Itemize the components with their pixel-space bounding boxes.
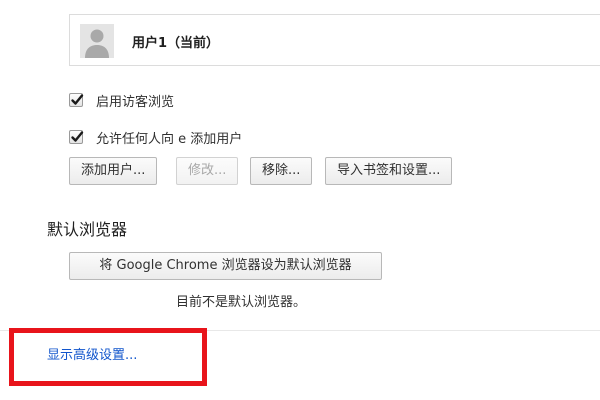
checkmark-icon <box>71 131 84 142</box>
set-default-browser-button[interactable]: 将 Google Chrome 浏览器设为默认浏览器 <box>69 252 382 280</box>
checkmark-icon <box>71 94 84 105</box>
user-list: 用户1（当前） <box>69 14 600 66</box>
add-user-button[interactable]: 添加用户... <box>69 157 158 185</box>
allow-add-user-option[interactable]: 允许任何人向 e 添加用户 <box>69 128 243 147</box>
current-user-name[interactable]: 用户1（当前） <box>132 32 219 51</box>
remove-user-button[interactable]: 移除... <box>250 157 313 185</box>
default-browser-status: 目前不是默认浏览器。 <box>176 295 307 310</box>
guest-browsing-label: 启用访客浏览 <box>96 94 175 110</box>
section-divider <box>0 330 600 331</box>
allow-add-user-checkbox[interactable] <box>69 130 84 144</box>
user-avatar-icon <box>80 24 114 58</box>
default-browser-heading: 默认浏览器 <box>47 220 128 239</box>
avatar <box>80 24 114 58</box>
guest-browsing-option[interactable]: 启用访客浏览 <box>69 91 175 110</box>
show-advanced-settings-link[interactable]: 显示高级设置... <box>47 344 137 363</box>
import-bookmarks-button[interactable]: 导入书签和设置... <box>325 157 453 185</box>
allow-add-user-label: 允许任何人向 e 添加用户 <box>96 131 243 147</box>
guest-browsing-checkbox[interactable] <box>69 93 84 107</box>
edit-user-button[interactable]: 修改... <box>176 157 239 185</box>
